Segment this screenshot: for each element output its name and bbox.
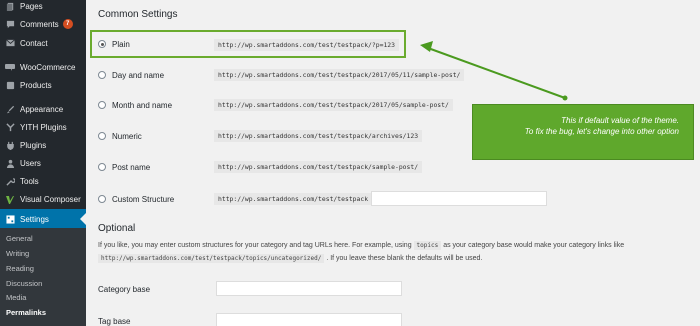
settings-icon [0,214,20,224]
menu-item-appearance[interactable]: Appearance [0,100,86,118]
description-text: If you like, you may enter custom struct… [98,242,412,249]
common-settings-heading: Common Settings [98,9,178,20]
menu-item-label: Products [20,80,52,90]
menu-item-label: Plugins [20,140,47,150]
annotation-line-2: To fix the bug, let's change into other … [524,127,679,136]
category-base-label: Category base [98,285,151,294]
plugins-icon [0,141,20,150]
option-label: Custom Structure [112,194,175,204]
menu-item-comments[interactable]: Comments 7 [0,15,86,33]
tag-base-input[interactable] [216,313,402,326]
yith-icon [0,122,20,132]
category-base-input[interactable] [216,281,402,296]
menu-item-products[interactable]: Products [0,76,86,94]
products-icon [0,81,20,90]
menu-item-settings[interactable]: Settings [0,209,86,229]
option-label: Post name [112,162,151,172]
radio-numeric[interactable] [98,132,106,140]
menu-item-label: Appearance [20,104,64,114]
menu-item-label: Comments [20,19,59,29]
menu-item-woocommerce[interactable]: WooCommerce [0,58,86,76]
option-code-numeric: http://wp.smartaddons.com/test/testpack/… [214,130,423,142]
option-code-post-name: http://wp.smartaddons.com/test/testpack/… [214,161,423,173]
option-month-and-name[interactable]: Month and name [98,98,172,112]
submenu-item-general[interactable]: General [6,234,33,243]
annotation-note: This if default value of the theme. To f… [472,104,694,160]
woocommerce-icon [0,63,20,71]
menu-item-pages[interactable]: Pages [0,0,86,15]
option-day-and-name[interactable]: Day and name [98,68,164,82]
description-text: . If you leave these blank the defaults … [326,255,483,262]
menu-item-tools[interactable]: Tools [0,172,86,190]
radio-month-and-name[interactable] [98,101,106,109]
tag-base-label: Tag base [98,317,131,326]
menu-item-label: Tools [20,176,39,186]
option-label: Month and name [112,100,173,110]
menu-item-users[interactable]: Users [0,154,86,172]
description-text: as your category base would make your ca… [443,242,625,249]
comments-icon [0,20,20,29]
submenu-item-writing[interactable]: Writing [6,249,29,258]
optional-heading: Optional [98,223,136,234]
submenu-item-discussion[interactable]: Discussion [6,279,42,288]
option-code-custom-structure: http://wp.smartaddons.com/test/testpack [214,193,373,205]
submenu-item-permalinks[interactable]: Permalinks [6,308,46,317]
option-label: Numeric [112,131,142,141]
users-icon [0,159,20,168]
radio-custom-structure[interactable] [98,195,106,203]
menu-item-label: Settings [20,214,49,224]
menu-item-label: Users [20,158,41,168]
menu-item-label: Contact [20,38,48,48]
radio-post-name[interactable] [98,163,106,171]
mail-icon [0,39,20,47]
menu-item-plugins[interactable]: Plugins [0,136,86,154]
optional-description-line2: http://wp.smartaddons.com/test/testpack/… [98,254,483,263]
menu-item-label: Pages [20,1,43,11]
option-label: Day and name [112,70,165,80]
menu-item-visual-composer[interactable]: Visual Composer [0,190,86,208]
tools-icon [0,177,20,186]
menu-item-label: WooCommerce [20,62,76,72]
submenu-item-media[interactable]: Media [6,293,26,302]
annotation-highlight-box [90,30,406,58]
option-code-month-and-name: http://wp.smartaddons.com/test/testpack/… [214,99,453,111]
description-code: topics [413,241,442,250]
settings-submenu: General Writing Reading Discussion Media… [0,228,86,326]
option-post-name[interactable]: Post name [98,160,150,174]
custom-structure-input[interactable] [371,191,547,206]
option-custom-structure[interactable]: Custom Structure [98,192,174,206]
menu-item-label: Visual Composer [20,194,81,204]
admin-sidebar: Pages Comments 7 Contact WooCommerce Pro… [0,0,86,326]
radio-day-and-name[interactable] [98,71,106,79]
option-code-day-and-name: http://wp.smartaddons.com/test/testpack/… [214,69,465,81]
menu-item-contact[interactable]: Contact [0,34,86,52]
pages-icon [0,2,20,11]
optional-description: If you like, you may enter custom struct… [98,241,625,250]
submenu-item-reading[interactable]: Reading [6,264,34,273]
appearance-icon [0,105,20,114]
menu-item-yith-plugins[interactable]: YITH Plugins [0,118,86,136]
description-code: http://wp.smartaddons.com/test/testpack/… [98,254,325,263]
visual-composer-icon [0,195,20,204]
menu-item-label: YITH Plugins [20,122,67,132]
comments-count-badge: 7 [62,19,73,29]
annotation-line-1: This if default value of the theme. [561,116,679,125]
option-numeric[interactable]: Numeric [98,129,142,143]
